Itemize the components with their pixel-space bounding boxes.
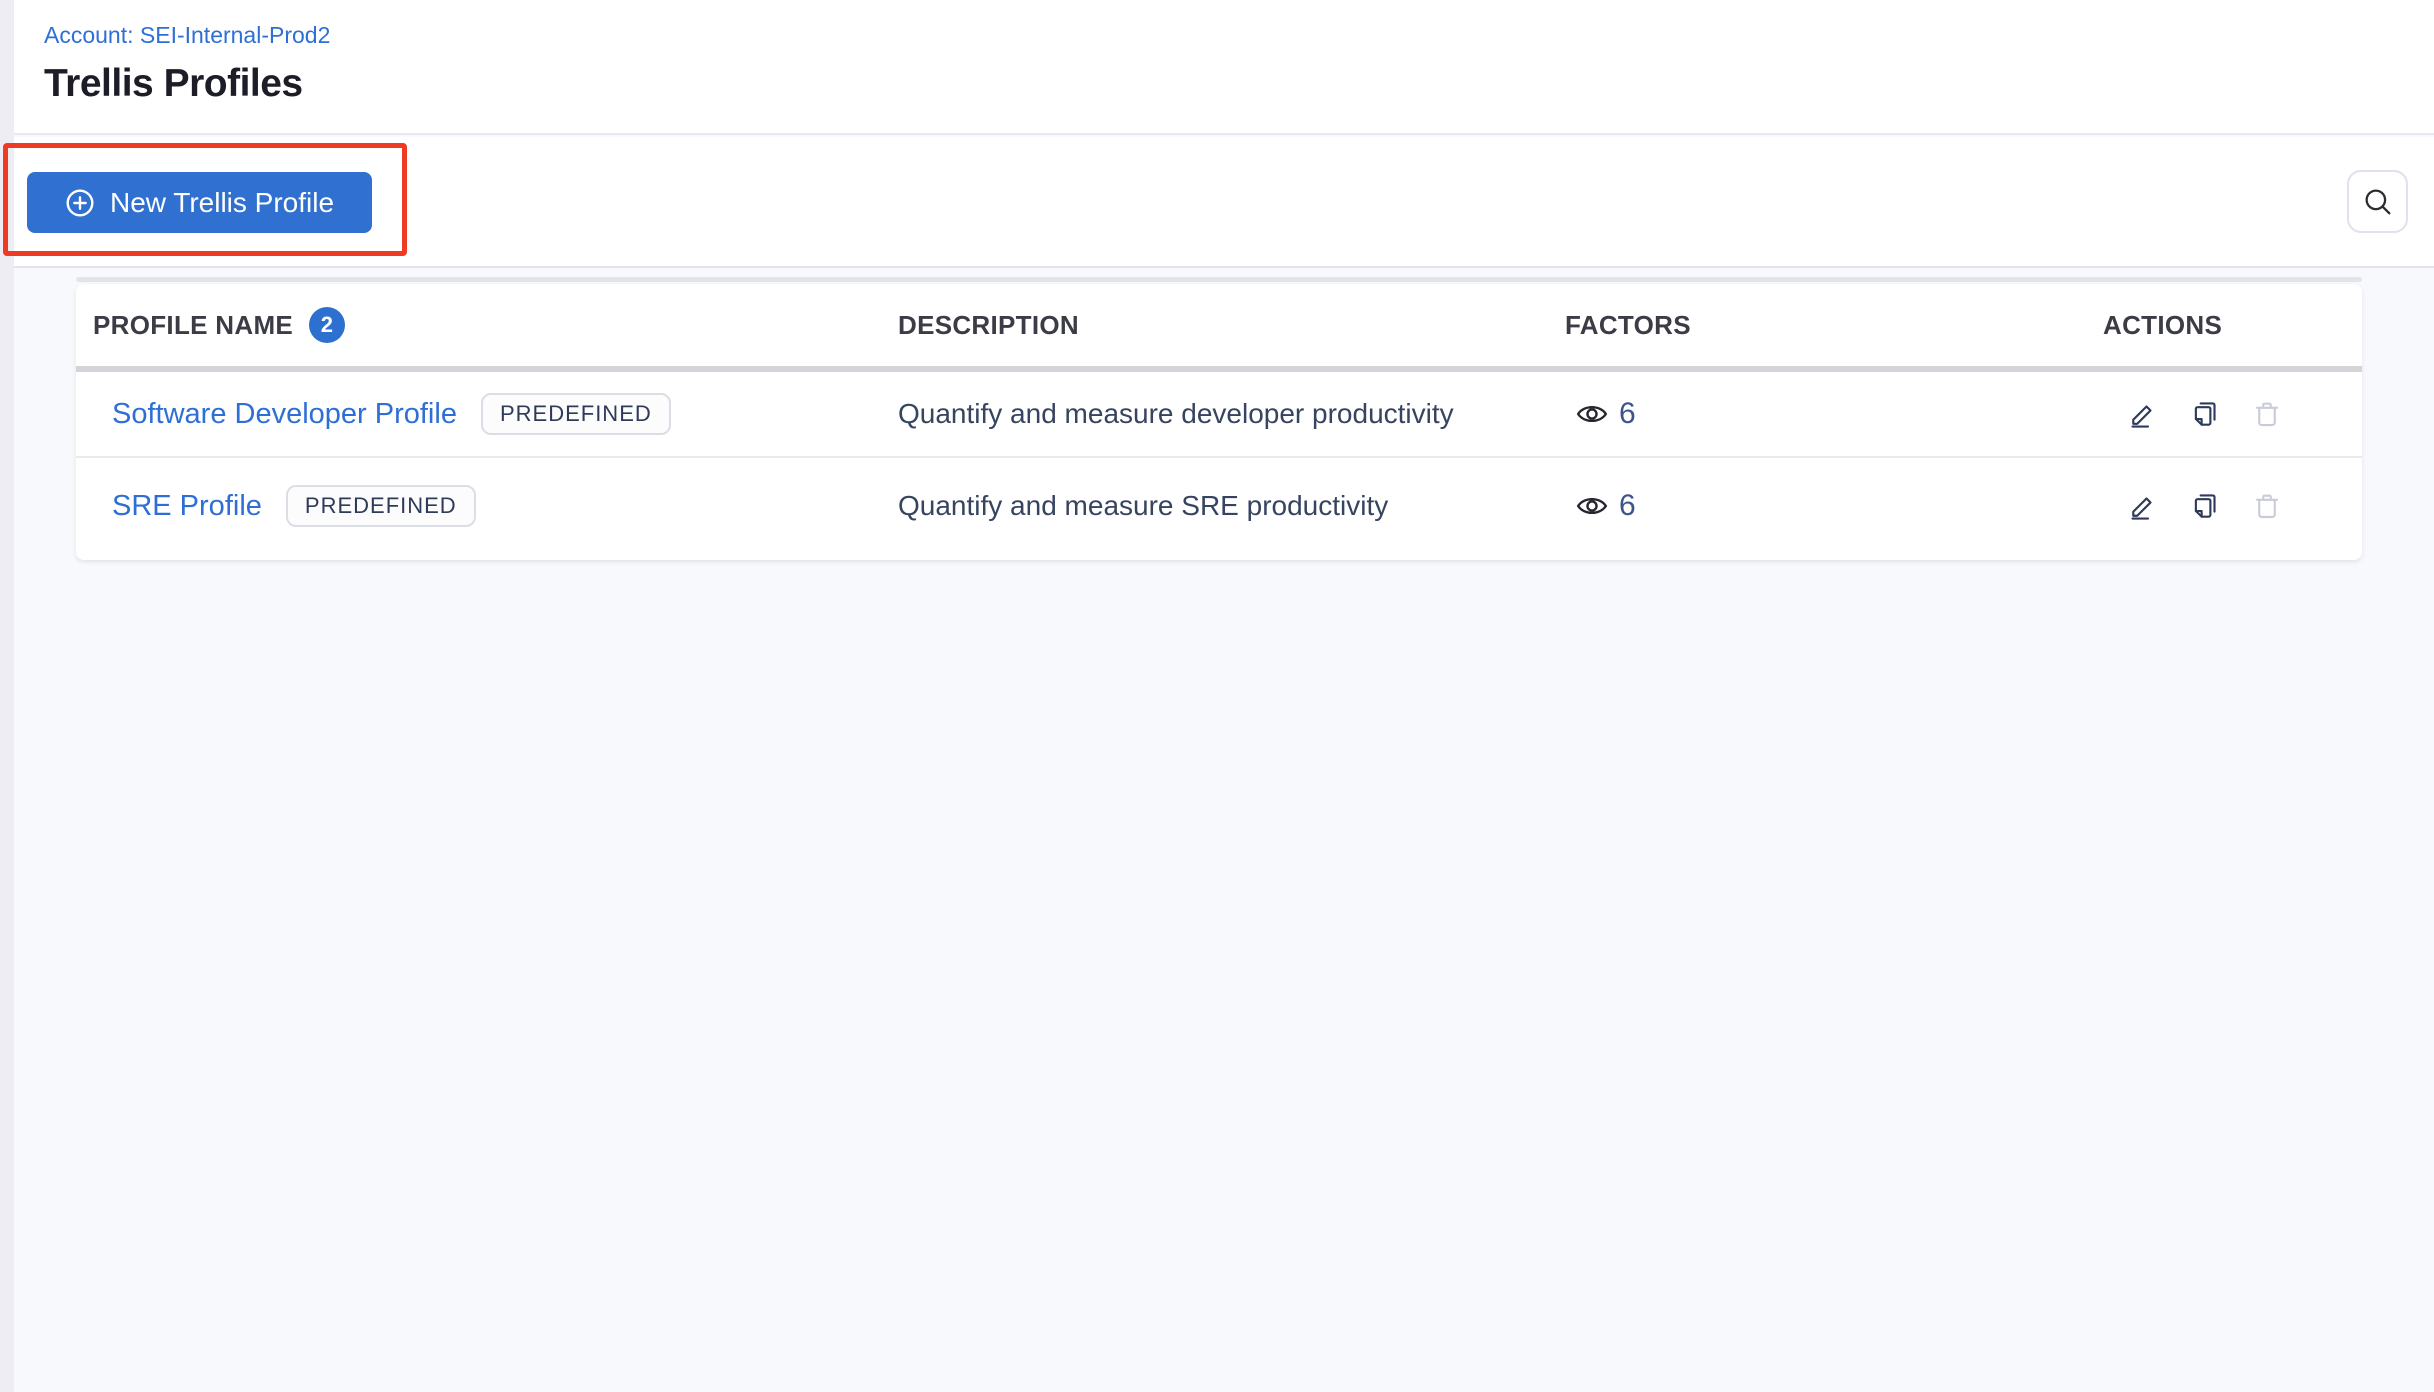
collapsed-sidebar-edge [0,0,14,1392]
eye-icon [1575,397,1609,431]
column-header-actions: ACTIONS [2103,309,2223,340]
new-trellis-profile-button-label: New Trellis Profile [109,186,335,218]
horizontal-scrollbar[interactable] [76,277,2362,282]
copy-icon[interactable] [2190,399,2220,429]
profile-name-link[interactable]: SRE Profile [112,490,262,523]
table-header-row: PROFILE NAME 2 DESCRIPTION FACTORS ACTIO… [76,284,2362,372]
account-breadcrumb-link[interactable]: Account: SEI-Internal-Prod2 [44,22,330,49]
search-button[interactable] [2347,170,2408,233]
copy-icon[interactable] [2190,491,2220,521]
profile-count-badge: 2 [309,307,346,343]
page-header: Account: SEI-Internal-Prod2 Trellis Prof… [0,0,2434,135]
column-header-profile-name: PROFILE NAME [93,309,294,340]
table-row: Software Developer Profile PREDEFINED Qu… [76,372,2362,458]
delete-icon[interactable] [2252,399,2282,429]
column-header-description: DESCRIPTION [898,309,1079,340]
profiles-table: PROFILE NAME 2 DESCRIPTION FACTORS ACTIO… [76,284,2362,560]
profile-description: Quantify and measure developer productiv… [898,398,1454,429]
new-trellis-profile-button[interactable]: New Trellis Profile [27,172,372,233]
plus-circle-icon [65,188,95,218]
factors-count: 6 [1619,397,1636,430]
table-body: Software Developer Profile PREDEFINED Qu… [76,372,2362,554]
edit-icon[interactable] [2128,491,2158,521]
delete-icon[interactable] [2252,491,2282,521]
predefined-tag: PREDEFINED [480,393,671,435]
factors-count: 6 [1619,489,1636,522]
column-header-factors: FACTORS [1565,309,1691,340]
eye-icon [1575,489,1609,523]
profile-description: Quantify and measure SRE productivity [898,490,1389,521]
search-icon [2361,185,2395,219]
profile-name-link[interactable]: Software Developer Profile [112,398,457,431]
predefined-tag: PREDEFINED [285,485,476,527]
page-title: Trellis Profiles [44,62,303,105]
table-row: SRE Profile PREDEFINED Quantify and meas… [76,458,2362,554]
edit-icon[interactable] [2128,399,2158,429]
